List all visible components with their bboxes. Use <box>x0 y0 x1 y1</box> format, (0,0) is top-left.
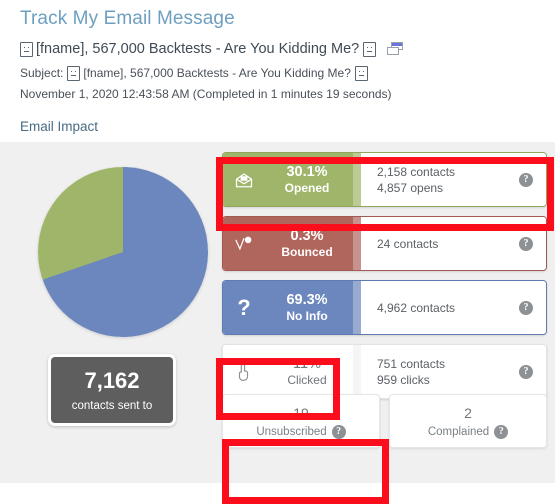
clicked-card-figures: 11% Clicked <box>265 355 361 388</box>
bounced-card[interactable]: 0.3% Bounced 24 contacts ? <box>222 216 547 271</box>
clicked-label: Clicked <box>287 373 327 387</box>
help-icon-bounced[interactable]: ? <box>519 236 533 251</box>
message-name-row: [fname], 567,000 Backtests - Are You Kid… <box>20 40 555 58</box>
no-info-contacts: 4,962 contacts <box>377 300 456 315</box>
no-info-card[interactable]: ? 69.3% No Info 4,962 contacts ? <box>222 280 547 335</box>
subject-text: [fname], 567,000 Backtests - Are You Kid… <box>83 66 351 80</box>
section-title-email-impact: Email Impact <box>20 119 99 134</box>
complained-label: Complained <box>427 425 490 438</box>
bounced-percent: 0.3% <box>290 228 324 244</box>
opened-contacts: 2,158 contacts <box>377 164 456 179</box>
opened-label: Opened <box>284 181 330 195</box>
copy-icon[interactable] <box>387 42 404 56</box>
help-icon-opened[interactable]: ? <box>519 172 533 187</box>
complained-card[interactable]: 2 Complained ? <box>389 394 547 448</box>
unsubscribed-value: 19 <box>293 404 309 421</box>
opened-card-right: 2,158 contacts 4,857 opens ? <box>361 153 546 206</box>
help-icon-unsubscribed[interactable]: ? <box>331 424 346 439</box>
subject-line: Subject: [fname], 567,000 Backtests - Ar… <box>20 65 555 81</box>
complained-value: 2 <box>464 404 472 421</box>
stat-card-list: 30.1% Opened 2,158 contacts 4,857 opens … <box>222 152 547 408</box>
emoji-placeholder-icon-subject <box>67 65 81 81</box>
no-info-label: No Info <box>286 309 328 323</box>
clicked-contacts: 751 contacts <box>377 356 446 371</box>
emoji-placeholder-icon-trailing <box>363 41 377 57</box>
emoji-placeholder-icon <box>20 41 33 57</box>
pointing-hand-icon <box>223 362 265 382</box>
open-envelope-icon <box>223 171 265 189</box>
contacts-sent-value: 7,162 <box>84 368 140 393</box>
emoji-placeholder-icon-subject-trailing <box>354 65 368 81</box>
opened-details: 2,158 contacts 4,857 opens <box>377 164 455 196</box>
impact-pie-chart <box>38 167 208 337</box>
subject-label: Subject: <box>20 66 64 80</box>
bounced-contacts: 24 contacts <box>377 236 439 251</box>
no-info-percent: 69.3% <box>286 292 328 308</box>
opened-card-left: 30.1% Opened <box>223 153 361 206</box>
clicked-percent: 11% <box>293 356 321 372</box>
page-header: Track My Email Message [fname], 567,000 … <box>0 0 555 102</box>
unsubscribed-card[interactable]: 19 Unsubscribed ? <box>222 394 380 448</box>
question-mark-icon: ? <box>237 294 251 320</box>
contacts-sent-to-box: 7,162 contacts sent to <box>48 354 176 426</box>
unsubscribed-label: Unsubscribed <box>256 425 327 438</box>
clicked-card-right: 751 contacts 959 clicks ? <box>361 345 546 398</box>
clicked-card[interactable]: 11% Clicked 751 contacts 959 clicks ? <box>222 344 547 399</box>
opened-opens: 4,857 opens <box>377 180 444 195</box>
bounced-details: 24 contacts <box>377 236 438 252</box>
message-name: [fname], 567,000 Backtests - Are You Kid… <box>36 41 360 57</box>
sent-datetime: November 1, 2020 12:43:58 AM (Completed … <box>20 87 392 101</box>
no-info-card-right: 4,962 contacts ? <box>361 281 546 334</box>
opened-percent: 30.1% <box>286 164 328 180</box>
contacts-sent-label: contacts sent to <box>71 400 153 412</box>
pie-slices <box>38 167 208 337</box>
opened-card[interactable]: 30.1% Opened 2,158 contacts 4,857 opens … <box>222 152 547 207</box>
no-info-card-figures: 69.3% No Info <box>265 291 361 324</box>
secondary-metrics-row: 19 Unsubscribed ? 2 Complained ? <box>222 394 547 448</box>
bounced-card-left: 0.3% Bounced <box>223 217 361 270</box>
bounced-label: Bounced <box>281 245 333 259</box>
clicked-clicks: 959 clicks <box>377 372 430 387</box>
help-icon-no-info[interactable]: ? <box>519 300 533 315</box>
complained-label-row: Complained ? <box>427 424 509 439</box>
help-icon-clicked[interactable]: ? <box>519 364 533 379</box>
no-info-card-left: ? 69.3% No Info <box>223 281 361 334</box>
help-icon-complained[interactable]: ? <box>494 424 509 439</box>
bounce-ball-icon <box>223 235 265 253</box>
clicked-details: 751 contacts 959 clicks <box>377 356 445 388</box>
clicked-card-left: 11% Clicked <box>223 345 361 398</box>
opened-card-figures: 30.1% Opened <box>265 163 361 196</box>
page-title: Track My Email Message <box>20 8 235 29</box>
bounced-card-figures: 0.3% Bounced <box>265 227 361 260</box>
bounced-card-right: 24 contacts ? <box>361 217 546 270</box>
no-info-details: 4,962 contacts <box>377 300 455 316</box>
unsubscribed-label-row: Unsubscribed ? <box>256 424 346 439</box>
email-impact-panel: 7,162 contacts sent to 30.1% Opened 2,15… <box>0 142 555 483</box>
